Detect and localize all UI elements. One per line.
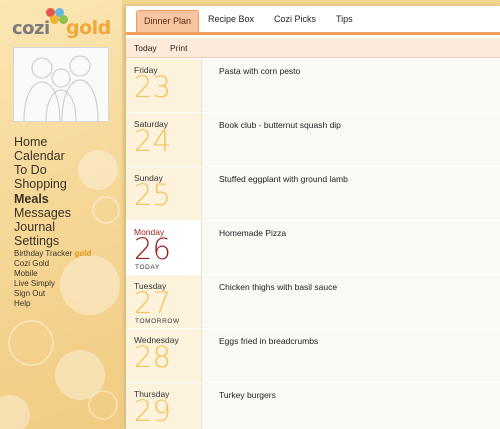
nav-meals[interactable]: Meals <box>14 192 91 206</box>
meal-text[interactable]: Homemade Pizza <box>219 228 286 238</box>
gold-badge: gold <box>74 249 92 258</box>
date-cell: Tuesday 27 TOMORROW <box>126 275 202 328</box>
date-cell: Monday 26 TODAY <box>126 221 202 274</box>
date-cell: Friday 23 <box>126 59 202 112</box>
day-row: Sunday 25 Stuffed eggplant with ground l… <box>126 167 500 220</box>
date-cell: Saturday 24 <box>126 113 202 166</box>
tab-bar: Dinner Plan Recipe Box Cozi Picks Tips <box>126 6 500 35</box>
nav-mobile[interactable]: Mobile <box>14 269 91 279</box>
nav-home[interactable]: Home <box>14 135 91 149</box>
logo-gold-text: gold <box>66 17 111 39</box>
day-number: 25 <box>134 178 171 212</box>
today-label: TODAY <box>135 264 160 271</box>
family-photo-placeholder[interactable] <box>13 47 109 122</box>
nav-messages[interactable]: Messages <box>14 206 91 220</box>
decor-ring <box>92 196 120 224</box>
tab-dinner-plan[interactable]: Dinner Plan <box>136 10 200 32</box>
meal-text[interactable]: Turkey burgers <box>219 390 276 400</box>
day-number: 24 <box>134 124 171 158</box>
meal-cell[interactable]: Pasta with corn pesto <box>203 59 500 112</box>
date-cell: Wednesday 28 <box>126 329 202 382</box>
day-number: 29 <box>134 394 171 428</box>
toolbar: Today Print <box>126 38 500 58</box>
nav-birthday-tracker[interactable]: Birthday Tracker gold <box>14 249 91 259</box>
main-panel: Dinner Plan Recipe Box Cozi Picks Tips T… <box>126 6 500 429</box>
tomorrow-label: TOMORROW <box>135 318 180 325</box>
day-number: 26 <box>134 232 171 266</box>
day-number: 28 <box>134 340 171 374</box>
today-button[interactable]: Today <box>134 43 157 53</box>
day-row: Thursday 29 Turkey burgers <box>126 383 500 429</box>
nav-cozi-gold[interactable]: Cozi Gold <box>14 259 91 269</box>
nav-help[interactable]: Help <box>14 299 91 309</box>
logo-cozi-text: cozi <box>12 18 50 39</box>
tab-tips[interactable]: Tips <box>336 14 353 24</box>
day-row: Wednesday 28 Eggs fried in breadcrumbs <box>126 329 500 382</box>
meal-text[interactable]: Pasta with corn pesto <box>219 66 300 76</box>
meal-cell[interactable]: Book club - butternut squash dip <box>203 113 500 166</box>
meal-cell[interactable]: Stuffed eggplant with ground lamb <box>203 167 500 220</box>
meal-cell[interactable]: Chicken thighs with basil sauce <box>203 275 500 328</box>
date-cell: Thursday 29 <box>126 383 202 429</box>
meal-text[interactable]: Chicken thighs with basil sauce <box>219 282 337 292</box>
logo-dot-orange <box>50 15 59 24</box>
main-navigation: Home Calendar To Do Shopping Meals Messa… <box>14 135 91 309</box>
decor-bubble <box>0 395 30 429</box>
meal-cell[interactable]: Turkey burgers <box>203 383 500 429</box>
nav-calendar[interactable]: Calendar <box>14 149 91 163</box>
day-row-today: Monday 26 TODAY Homemade Pizza <box>126 221 500 274</box>
nav-settings[interactable]: Settings <box>14 234 91 248</box>
date-cell: Sunday 25 <box>126 167 202 220</box>
day-row: Tuesday 27 TOMORROW Chicken thighs with … <box>126 275 500 328</box>
nav-to-do[interactable]: To Do <box>14 164 91 177</box>
cozi-gold-logo[interactable]: cozi gold <box>10 6 120 40</box>
nav-shopping[interactable]: Shopping <box>14 178 91 191</box>
meal-cell[interactable]: Eggs fried in breadcrumbs <box>203 329 500 382</box>
meal-text[interactable]: Book club - butternut squash dip <box>219 120 341 130</box>
meal-cell[interactable]: Homemade Pizza <box>203 221 500 274</box>
decor-ring <box>88 390 118 420</box>
birthday-tracker-label: Birthday Tracker <box>14 249 73 258</box>
sidebar: cozi gold Home Calendar To Do Shopping M… <box>0 0 122 429</box>
dinner-plan-list: Friday 23 Pasta with corn pesto Saturday… <box>126 59 500 429</box>
day-row: Friday 23 Pasta with corn pesto <box>126 59 500 112</box>
day-number: 27 <box>134 286 171 320</box>
meal-text[interactable]: Stuffed eggplant with ground lamb <box>219 174 348 184</box>
tab-recipe-box[interactable]: Recipe Box <box>208 14 254 24</box>
day-number: 23 <box>134 70 171 104</box>
nav-journal[interactable]: Journal <box>14 220 91 234</box>
decor-ring <box>8 320 54 366</box>
meal-text[interactable]: Eggs fried in breadcrumbs <box>219 336 318 346</box>
nav-live-simply[interactable]: Live Simply <box>14 279 91 289</box>
tab-cozi-picks[interactable]: Cozi Picks <box>274 14 316 24</box>
day-row: Saturday 24 Book club - butternut squash… <box>126 113 500 166</box>
nav-sign-out[interactable]: Sign Out <box>14 289 91 299</box>
print-button[interactable]: Print <box>170 43 187 53</box>
family-silhouette-icon <box>23 55 99 122</box>
